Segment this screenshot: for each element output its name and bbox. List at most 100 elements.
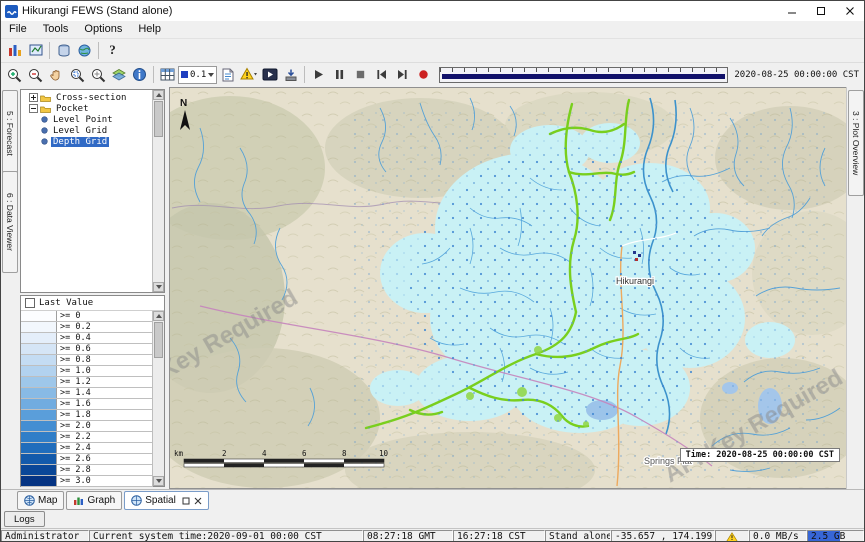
tree-item-level-point[interactable]: Level Point (21, 114, 153, 125)
scroll-down-icon[interactable] (153, 476, 164, 486)
help-icon[interactable]: ? (102, 40, 123, 60)
time-slider[interactable] (439, 67, 728, 83)
zoom-extent-icon[interactable] (87, 65, 108, 85)
tab-spatial[interactable]: Spatial (124, 491, 209, 510)
tree-item-cross-section[interactable]: Cross-section (21, 92, 153, 103)
scroll-up-icon[interactable] (153, 90, 164, 100)
status-bar: Administrator Current system time:2020-0… (1, 528, 864, 542)
tab-plot-overview[interactable]: 3 : Plot Overview (848, 90, 864, 196)
status-coordinates: -35.657 , 174.199 (611, 530, 715, 542)
status-transfer-rate: 0.0 MB/s (749, 530, 807, 542)
legend-swatch (21, 344, 57, 354)
save-display-icon[interactable] (280, 65, 301, 85)
map-canvas[interactable]: API Key Required API Key Required Hikura… (169, 87, 849, 489)
last-value-checkbox[interactable] (25, 298, 35, 308)
status-warning[interactable] (715, 530, 749, 542)
legend-panel: Last Value >= 0 >= 0.2 >= 0.4 >= 0.6 >= … (20, 295, 165, 487)
town-label: Hikurangi (616, 276, 654, 286)
maximize-icon[interactable] (806, 1, 835, 21)
menu-options[interactable]: Options (76, 21, 130, 38)
stop-icon[interactable] (350, 65, 371, 85)
contour-threshold-select[interactable]: 0.1 (178, 66, 217, 84)
close-icon[interactable] (835, 1, 864, 21)
play-icon[interactable] (308, 65, 329, 85)
app-icon (5, 5, 18, 18)
tree-item-pocket[interactable]: Pocket (21, 103, 153, 114)
pan-hand-icon[interactable] (45, 65, 66, 85)
toolbar-separator (98, 42, 99, 59)
svg-text:8: 8 (342, 449, 347, 458)
pause-icon[interactable] (329, 65, 350, 85)
scrollbar-thumb[interactable] (154, 322, 163, 358)
scroll-down-icon[interactable] (153, 282, 164, 292)
tab-graph[interactable]: Graph (66, 491, 122, 510)
database-icon[interactable] (53, 40, 74, 60)
close-panel-icon[interactable] (194, 497, 202, 505)
status-gmt-time: 08:27:18 GMT (363, 530, 453, 542)
chevron-down-icon (208, 73, 214, 77)
zoom-out-icon[interactable] (24, 65, 45, 85)
legend-swatch (21, 333, 57, 343)
explorer-icon[interactable] (4, 40, 25, 60)
tree-item-label: Pocket (54, 104, 91, 114)
tree-item-label: Level Point (51, 115, 115, 125)
tab-forecast[interactable]: 5 : Forecast (2, 90, 18, 176)
info-icon[interactable] (129, 65, 150, 85)
skip-start-icon[interactable] (371, 65, 392, 85)
data-viewer-panel: Cross-section Pocket Level Point (18, 87, 169, 489)
status-memory: 2.5 GB (807, 530, 864, 542)
status-local-time: 16:27:18 CST (453, 530, 545, 542)
legend-swatch (21, 388, 57, 398)
svg-text:6: 6 (302, 449, 307, 458)
layers-icon[interactable] (108, 65, 129, 85)
animation-player-icon[interactable] (259, 65, 280, 85)
logs-button[interactable]: Logs (4, 511, 45, 527)
node-icon (41, 138, 48, 145)
tree-item-label: Depth Grid (51, 137, 109, 147)
spatial-display-icon[interactable] (74, 40, 95, 60)
legend-swatch (21, 443, 57, 453)
tab-data-viewer[interactable]: 6 : Data Viewer (2, 171, 18, 273)
toolbar-separator (153, 66, 154, 83)
menu-tools[interactable]: Tools (35, 21, 77, 38)
legend-swatch (21, 465, 57, 475)
legend-swatch (21, 454, 57, 464)
status-system-time: Current system time:2020-09-01 00:00 CST (89, 530, 363, 542)
expand-icon[interactable] (29, 93, 38, 102)
legend-swatch (21, 432, 57, 442)
status-mode: Stand alone (545, 530, 611, 542)
float-panel-icon[interactable] (182, 497, 190, 505)
collapse-icon[interactable] (29, 104, 38, 113)
zoom-box-icon[interactable] (66, 65, 87, 85)
menu-help[interactable]: Help (130, 21, 169, 38)
thresholds-warning-icon[interactable] (238, 65, 259, 85)
legend-scrollbar[interactable] (152, 311, 164, 486)
legend-row: >= 0.2 (21, 322, 153, 333)
grid-display-icon[interactable] (157, 65, 178, 85)
svg-text:km: km (174, 449, 184, 458)
scrollbar-thumb[interactable] (154, 101, 163, 137)
scroll-up-icon[interactable] (153, 311, 164, 321)
record-icon[interactable] (413, 65, 434, 85)
right-tab-strip: 3 : Plot Overview (846, 87, 864, 489)
profile-document-icon[interactable] (217, 65, 238, 85)
menu-file[interactable]: File (1, 21, 35, 38)
legend-row: >= 0 (21, 311, 153, 322)
legend-swatch (21, 322, 57, 332)
legend-swatch (21, 311, 57, 321)
legend-row: >= 0.8 (21, 355, 153, 366)
legend-classes: >= 0 >= 0.2 >= 0.4 >= 0.6 >= 0.8 >= 1.0 … (21, 311, 153, 486)
tree-item-label: Level Grid (51, 126, 109, 136)
zoom-in-icon[interactable] (3, 65, 24, 85)
time-ruler (440, 68, 727, 72)
tree-item-depth-grid[interactable]: Depth Grid (21, 136, 153, 147)
toolbar-separator (304, 66, 305, 83)
tree-item-level-grid[interactable]: Level Grid (21, 125, 153, 136)
tab-map[interactable]: Map (17, 491, 64, 510)
menu-bar: File Tools Options Help (1, 21, 864, 39)
data-display-icon[interactable] (25, 40, 46, 60)
legend-swatch (21, 399, 57, 409)
tree-scrollbar[interactable] (152, 90, 164, 292)
minimize-icon[interactable] (777, 1, 806, 21)
skip-end-icon[interactable] (392, 65, 413, 85)
